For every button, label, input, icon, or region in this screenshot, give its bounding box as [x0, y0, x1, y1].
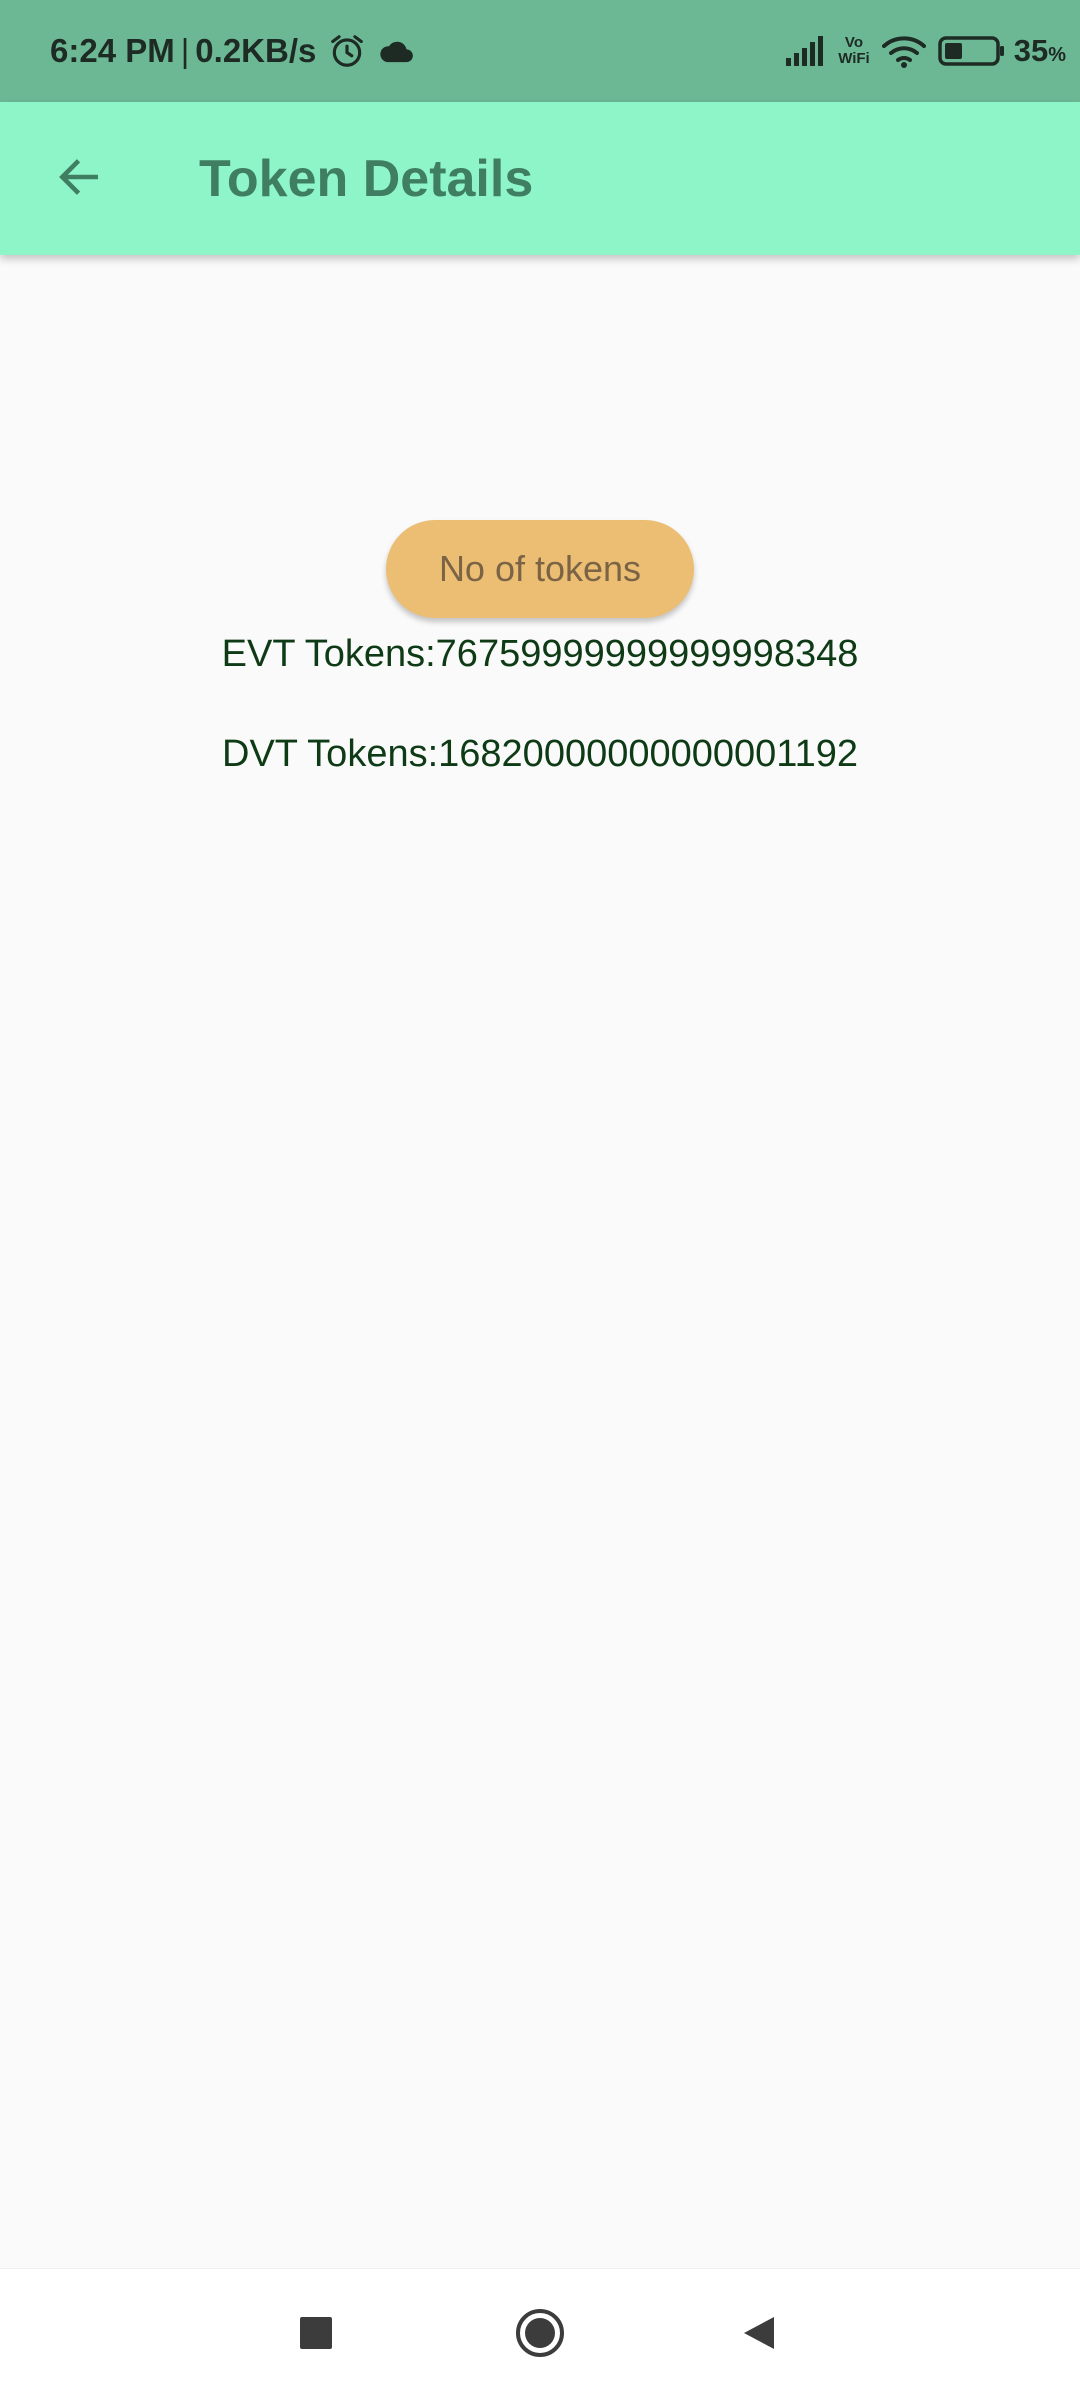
status-left: 6:24 PM | 0.2KB/s — [50, 0, 416, 102]
navigation-bar — [0, 2268, 1080, 2401]
status-right: Vo WiFi 35% — [772, 0, 1066, 102]
recents-button[interactable] — [276, 2295, 356, 2375]
dvt-tokens-text: DVT Tokens:16820000000000001192 — [222, 733, 858, 775]
signal-icon — [784, 36, 826, 66]
status-time: 6:24 PM — [50, 32, 175, 69]
cloud-icon — [378, 36, 416, 66]
battery-fill — [944, 43, 962, 59]
back-button[interactable] — [38, 138, 120, 220]
page-title: Token Details — [199, 149, 534, 208]
arrow-back-icon — [54, 152, 104, 207]
status-separator: | — [180, 32, 190, 69]
evt-tokens-text: EVT Tokens:76759999999999998348 — [221, 633, 859, 675]
vowifi-icon: Vo WiFi — [838, 35, 870, 67]
battery-icon — [937, 35, 1006, 67]
network-speed: 0.2KB/s — [195, 32, 317, 69]
vowifi-bottom-label: WiFi — [838, 50, 870, 67]
no-of-tokens-button[interactable]: No of tokens — [386, 520, 694, 618]
vowifi-top-label: Vo — [844, 34, 863, 51]
home-circle-icon — [514, 2307, 566, 2364]
battery-percent: 35% — [1014, 33, 1066, 69]
wifi-icon — [881, 34, 926, 68]
battery-percent-unit: % — [1048, 44, 1066, 66]
app-bar: Token Details — [0, 102, 1080, 255]
alarm-icon — [328, 32, 366, 70]
back-triangle-icon — [740, 2313, 780, 2358]
system-back-button[interactable] — [720, 2295, 800, 2375]
battery-percent-value: 35 — [1013, 33, 1049, 68]
status-bar: 6:24 PM | 0.2KB/s Vo WiFi 35% — [0, 0, 1080, 102]
home-button[interactable] — [500, 2295, 580, 2375]
recents-square-icon — [298, 2315, 334, 2356]
